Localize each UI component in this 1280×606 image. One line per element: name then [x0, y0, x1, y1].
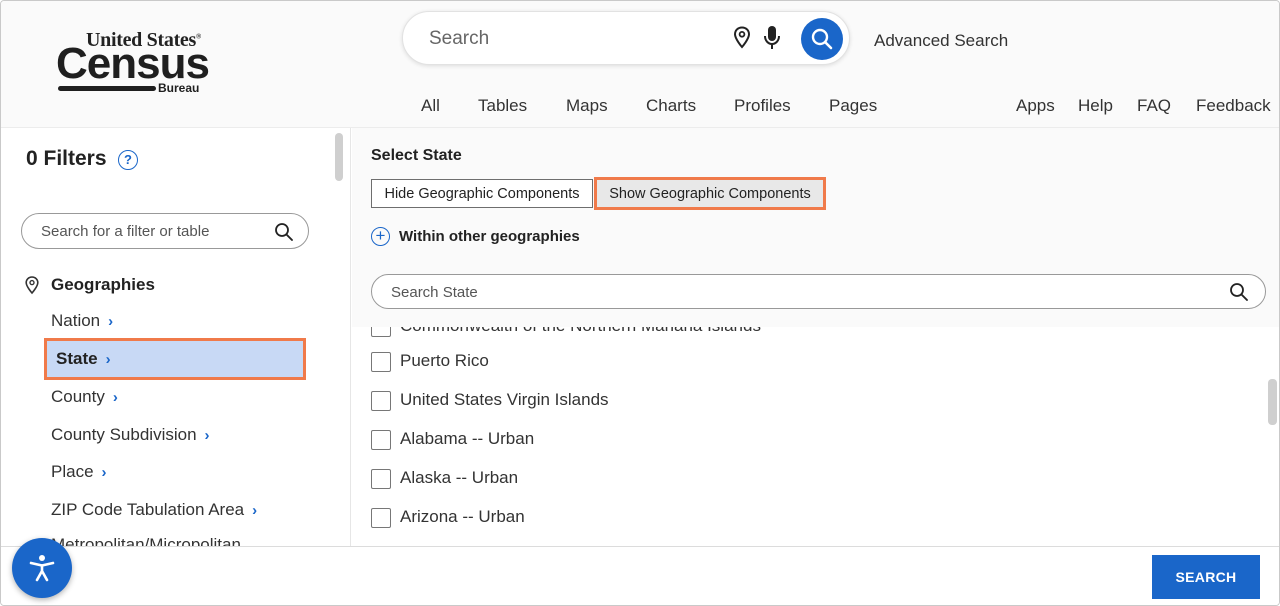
nav-maps[interactable]: Maps [566, 96, 608, 116]
chevron-right-icon: › [204, 427, 210, 444]
nav-profiles[interactable]: Profiles [734, 96, 791, 116]
nav-feedback[interactable]: Feedback [1196, 96, 1271, 116]
search-button[interactable]: SEARCH [1152, 555, 1260, 599]
within-other-geographies-toggle[interactable]: Within other geographies [399, 228, 580, 245]
nav-help[interactable]: Help [1078, 96, 1113, 116]
search-icon[interactable] [1229, 282, 1249, 302]
search-icon[interactable] [274, 222, 294, 242]
site-header: United States® Census Bureau Search Adva… [1, 1, 1279, 128]
state-search-box [371, 274, 1266, 309]
nav-all[interactable]: All [421, 96, 440, 116]
accessibility-button[interactable] [12, 538, 72, 598]
checkbox[interactable] [371, 430, 391, 450]
location-pin-icon[interactable] [733, 26, 751, 50]
footer-bar [1, 546, 1279, 605]
checkbox[interactable] [371, 469, 391, 489]
checkbox[interactable] [371, 508, 391, 528]
state-selection-header: Select State Hide Geographic Components … [352, 128, 1279, 327]
census-logo[interactable]: United States® Census Bureau [56, 29, 216, 95]
geo-item-metro-micro[interactable]: Metropolitan/Micropolitan [51, 535, 241, 546]
nav-pages[interactable]: Pages [829, 96, 877, 116]
logo-bar [58, 86, 156, 91]
search-icon [811, 28, 833, 50]
hide-geographic-components-button[interactable]: Hide Geographic Components [371, 179, 593, 208]
geo-item-county[interactable]: County › [51, 387, 118, 407]
filters-count-title: 0 Filters [26, 147, 107, 170]
accessibility-icon [29, 555, 55, 582]
plus-circle-icon[interactable]: + [371, 227, 390, 246]
nav-apps[interactable]: Apps [1016, 96, 1055, 116]
chevron-right-icon: › [101, 464, 107, 481]
microphone-icon[interactable] [763, 25, 781, 51]
filter-search-box [21, 213, 309, 249]
geo-item-state[interactable]: State › [44, 338, 306, 380]
chevron-right-icon: › [105, 351, 111, 368]
nav-charts[interactable]: Charts [646, 96, 696, 116]
geographies-heading: Geographies [51, 275, 155, 294]
main-search-box [402, 11, 850, 65]
geo-item-nation[interactable]: Nation › [51, 311, 113, 331]
nav-tables[interactable]: Tables [478, 96, 527, 116]
filter-sidebar: 0 Filters ? Geographies Nation› State› C… [1, 128, 351, 546]
show-geographic-components-button[interactable]: Show Geographic Components [594, 177, 826, 210]
geo-item-county-subdivision[interactable]: County Subdivision › [51, 425, 210, 445]
chevron-right-icon: › [252, 502, 258, 519]
help-icon[interactable]: ? [118, 150, 138, 170]
checkbox[interactable] [371, 327, 391, 337]
checkbox[interactable] [371, 391, 391, 411]
panel-title: Select State [371, 147, 462, 164]
chevron-right-icon: › [112, 389, 118, 406]
nav-faq[interactable]: FAQ [1137, 96, 1171, 116]
chevron-right-icon: › [108, 313, 114, 330]
geo-item-place[interactable]: Place › [51, 462, 107, 482]
list-scrollbar[interactable] [1268, 379, 1277, 425]
geo-item-zcta[interactable]: ZIP Code Tabulation Area › [51, 500, 257, 520]
census-filter-page: United States® Census Bureau Search Adva… [0, 0, 1280, 606]
checkbox[interactable] [371, 352, 391, 372]
main-search-input[interactable] [429, 24, 719, 54]
advanced-search-link[interactable]: Advanced Search [874, 31, 1008, 51]
sidebar-scrollbar[interactable] [335, 133, 343, 181]
state-search-input[interactable] [391, 282, 1211, 302]
location-pin-icon [25, 276, 39, 295]
filter-search-input[interactable] [41, 221, 271, 241]
state-checkbox-list: Commonwealth of the Northern Mariana Isl… [352, 327, 1279, 546]
search-submit-button[interactable] [801, 18, 843, 60]
logo-line-3: Bureau [158, 81, 200, 95]
